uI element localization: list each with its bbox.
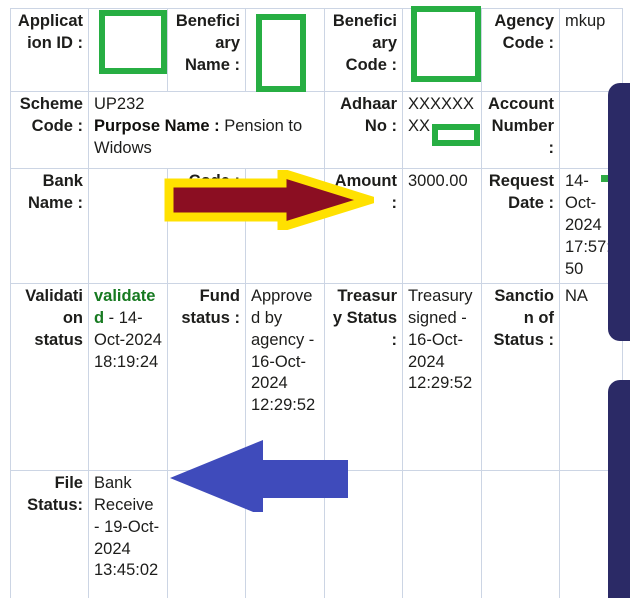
table-row-scheme: Scheme Code : UP232 Purpose Name : Pensi… <box>10 91 623 169</box>
file-row-spacer-3 <box>481 469 560 598</box>
amount-value: 3000.00 <box>402 168 482 284</box>
validation-status-label: Validation status <box>10 282 89 471</box>
redaction-box-beneficiary-name <box>256 14 306 92</box>
bank-name-label: Bank Name : <box>10 168 89 284</box>
screenshot-root: Application ID : Beneficiary Name : Bene… <box>0 0 630 598</box>
file-status-value: Bank Receive - 19-Oct-2024 13:45:02 <box>88 469 168 598</box>
right-arrow-icon <box>164 170 374 230</box>
right-edge-panel-bottom <box>608 380 630 598</box>
sanction-of-status-label: Sanction of Status : <box>481 282 560 471</box>
adhaar-no-label: Adhaar No : <box>324 91 403 169</box>
file-status-label: File Status: <box>10 469 89 598</box>
application-id-label: Application ID : <box>10 8 89 92</box>
request-date-label: Request Date : <box>481 168 560 284</box>
redaction-box-application-id <box>99 10 167 74</box>
right-edge-panel-top <box>608 83 630 341</box>
account-number-label: Account Number : <box>481 91 560 169</box>
bank-name-value <box>88 168 168 284</box>
green-marker-dot <box>601 175 608 182</box>
validation-status-timestamp: - 14-Oct-2024 18:19:24 <box>94 308 162 371</box>
redaction-box-beneficiary-code <box>411 6 481 82</box>
purpose-name-label: Purpose Name : <box>94 116 220 135</box>
scheme-code-value: UP232 Purpose Name : Pension to Widows <box>88 91 325 169</box>
file-row-spacer-2 <box>402 469 482 598</box>
validation-status-value: validated - 14-Oct-2024 18:19:24 <box>88 282 168 471</box>
redaction-box-adhaar-no <box>432 124 480 146</box>
scheme-code-label: Scheme Code : <box>10 91 89 169</box>
agency-code-label: Agency Code : <box>481 8 560 92</box>
agency-code-value: mkup <box>559 8 623 92</box>
left-arrow-icon <box>170 440 348 512</box>
treasury-status-value: Treasury signed - 16-Oct-2024 12:29:52 <box>402 282 482 471</box>
scheme-code-text: UP232 <box>94 95 145 113</box>
beneficiary-code-label: Beneficiary Code : <box>324 8 403 92</box>
beneficiary-name-label: Beneficiary Name : <box>167 8 246 92</box>
